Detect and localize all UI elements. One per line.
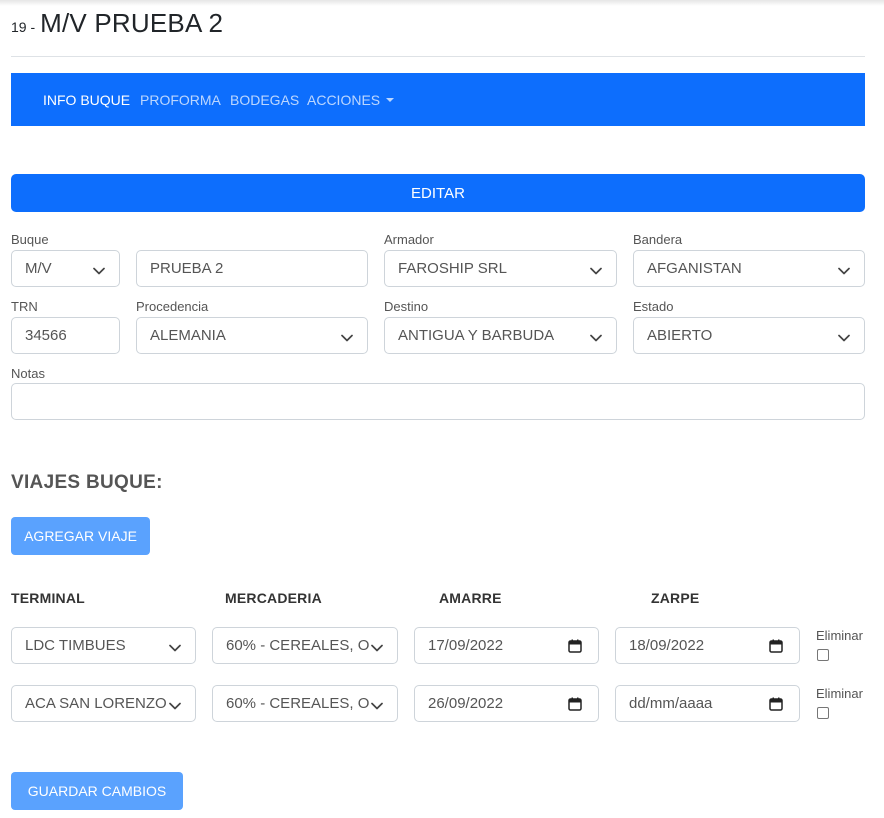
- save-changes-button[interactable]: GUARDAR CAMBIOS: [11, 772, 183, 810]
- procedencia-label: Procedencia: [136, 299, 209, 314]
- chevron-down-icon: [371, 644, 383, 651]
- estado-value: ABIERTO: [647, 327, 713, 344]
- col-amarre: AMARRE: [439, 590, 502, 606]
- trip-amarre-date[interactable]: 26/09/2022: [414, 685, 599, 722]
- top-shadow: [0, 0, 884, 6]
- chevron-down-icon: [838, 267, 850, 274]
- calendar-icon[interactable]: [568, 697, 582, 711]
- chevron-down-icon: [93, 267, 105, 274]
- eliminar-label: Eliminar: [816, 628, 863, 643]
- trn-label: TRN: [11, 299, 38, 314]
- vessel-title: M/V PRUEBA 2: [40, 8, 224, 38]
- chevron-down-icon: [590, 267, 602, 274]
- col-mercaderia: MERCADERIA: [225, 590, 322, 606]
- armador-label: Armador: [384, 232, 434, 247]
- chevron-down-icon: [341, 334, 353, 341]
- trip-mercaderia-select[interactable]: 60% - CEREALES, O: [212, 685, 398, 722]
- page-title: 19 - M/V PRUEBA 2: [11, 8, 223, 39]
- bandera-label: Bandera: [633, 232, 683, 247]
- col-terminal: TERMINAL: [11, 590, 85, 606]
- calendar-icon[interactable]: [769, 639, 783, 653]
- tab-proforma[interactable]: PROFORMA: [140, 92, 221, 108]
- eliminar-label: Eliminar: [816, 686, 863, 701]
- destino-label: Destino: [384, 299, 429, 314]
- col-zarpe: ZARPE: [651, 590, 700, 606]
- chevron-down-icon: [169, 644, 181, 651]
- eliminar-checkbox[interactable]: [817, 707, 829, 719]
- procedencia-value: ALEMANIA: [150, 327, 226, 344]
- vessel-number: 19 -: [11, 19, 36, 35]
- procedencia-select[interactable]: ALEMANIA: [136, 317, 368, 354]
- trip-amarre-date[interactable]: 17/09/2022: [414, 627, 599, 664]
- trip-terminal-select[interactable]: LDC TIMBUES: [11, 627, 196, 664]
- destino-value: ANTIGUA Y BARBUDA: [398, 327, 555, 344]
- viajes-heading: VIAJES BUQUE:: [11, 472, 163, 493]
- buque-prefix-select[interactable]: M/V: [11, 250, 120, 287]
- trn-input[interactable]: 34566: [11, 317, 120, 354]
- tab-bodegas[interactable]: BODEGAS: [230, 92, 299, 108]
- bandera-select[interactable]: AFGANISTAN: [633, 250, 865, 287]
- caret-down-icon: [386, 98, 395, 102]
- calendar-icon[interactable]: [769, 697, 783, 711]
- eliminar-checkbox[interactable]: [817, 649, 829, 661]
- add-trip-button[interactable]: AGREGAR VIAJE: [11, 517, 150, 555]
- notas-input[interactable]: [11, 383, 865, 420]
- tab-acciones[interactable]: ACCIONES: [307, 92, 395, 108]
- trn-value: 34566: [25, 327, 67, 344]
- buque-label: Buque: [11, 232, 49, 247]
- tab-info-buque[interactable]: INFO BUQUE: [43, 92, 130, 108]
- trip-zarpe-date[interactable]: 18/09/2022: [615, 627, 800, 664]
- edit-button[interactable]: EDITAR: [11, 174, 865, 212]
- chevron-down-icon: [371, 702, 383, 709]
- trip-terminal-select[interactable]: ACA SAN LORENZO: [11, 685, 196, 722]
- trip-zarpe-date[interactable]: dd/mm/aaaa: [615, 685, 800, 722]
- chevron-down-icon: [590, 334, 602, 341]
- buque-name-input[interactable]: PRUEBA 2: [136, 250, 368, 287]
- armador-select[interactable]: FAROSHIP SRL: [384, 250, 617, 287]
- destino-select[interactable]: ANTIGUA Y BARBUDA: [384, 317, 617, 354]
- armador-value: FAROSHIP SRL: [398, 260, 507, 277]
- estado-label: Estado: [633, 299, 674, 314]
- chevron-down-icon: [169, 702, 181, 709]
- nav-bar: INFO BUQUE PROFORMA BODEGAS ACCIONES: [11, 73, 865, 126]
- estado-select[interactable]: ABIERTO: [633, 317, 865, 354]
- title-divider: [11, 56, 865, 57]
- trip-mercaderia-select[interactable]: 60% - CEREALES, O: [212, 627, 398, 664]
- buque-name-value: PRUEBA 2: [150, 260, 224, 277]
- calendar-icon[interactable]: [568, 639, 582, 653]
- bandera-value: AFGANISTAN: [647, 260, 742, 277]
- tab-acciones-label: ACCIONES: [307, 92, 381, 108]
- chevron-down-icon: [838, 334, 850, 341]
- notas-label: Notas: [11, 366, 45, 381]
